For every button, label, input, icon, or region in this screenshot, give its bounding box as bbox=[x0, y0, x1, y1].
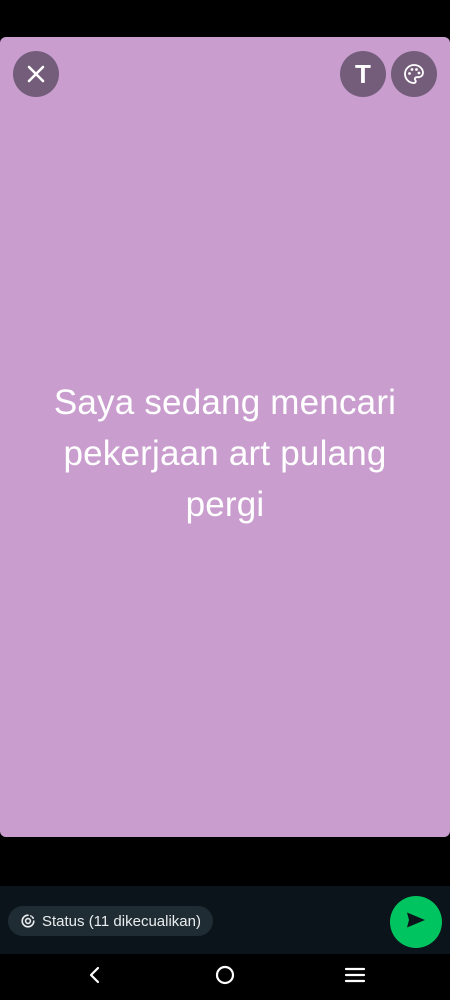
audience-label: Status (11 dikecualikan) bbox=[42, 912, 201, 930]
status-bar bbox=[0, 0, 450, 37]
status-canvas[interactable]: T Saya sedang mencari pekerjaan art pula… bbox=[0, 37, 450, 837]
recents-icon bbox=[344, 965, 366, 990]
send-icon bbox=[404, 908, 428, 937]
color-palette-button[interactable] bbox=[391, 51, 437, 97]
send-button[interactable] bbox=[390, 896, 442, 948]
text-tool-label: T bbox=[355, 58, 371, 89]
status-icon bbox=[20, 913, 36, 929]
close-icon bbox=[26, 64, 46, 84]
bottom-bar: Status (11 dikecualikan) bbox=[0, 886, 450, 954]
close-button[interactable] bbox=[13, 51, 59, 97]
nav-back-button[interactable] bbox=[81, 965, 109, 989]
back-icon bbox=[88, 965, 102, 990]
nav-recents-button[interactable] bbox=[341, 965, 369, 989]
nav-home-button[interactable] bbox=[211, 965, 239, 989]
palette-icon bbox=[402, 62, 426, 86]
status-text[interactable]: Saya sedang mencari pekerjaan art pulang… bbox=[35, 377, 415, 530]
system-nav-bar bbox=[0, 954, 450, 1000]
audience-selector[interactable]: Status (11 dikecualikan) bbox=[8, 906, 213, 936]
home-icon bbox=[214, 964, 236, 991]
text-tool-button[interactable]: T bbox=[340, 51, 386, 97]
